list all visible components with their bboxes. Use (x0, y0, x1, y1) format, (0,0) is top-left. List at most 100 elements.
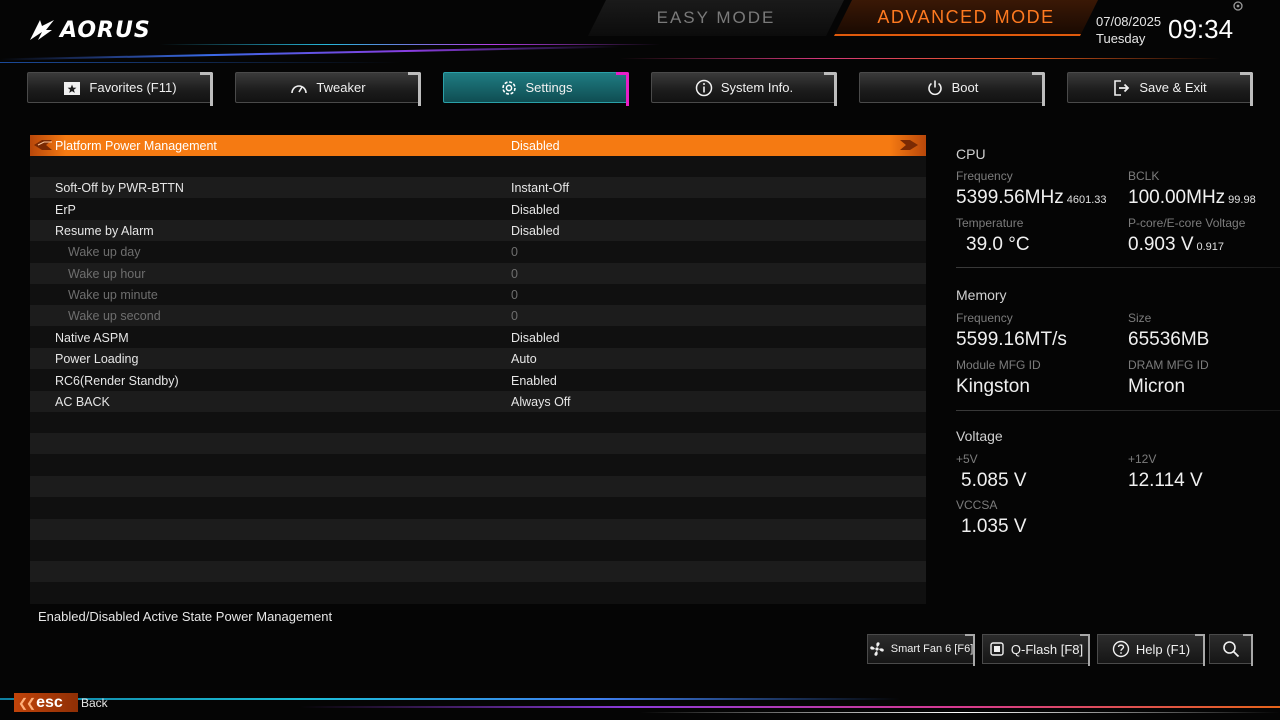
setting-value: Disabled (511, 138, 560, 153)
power-icon (926, 79, 944, 97)
setting-name: ErP (55, 202, 76, 217)
memory-size-value: 65536MB (1128, 329, 1210, 350)
footer-streak (640, 712, 1280, 713)
setting-row-wake-up-minute: Wake up minute 0 (30, 284, 926, 305)
exit-icon (1113, 79, 1131, 97)
speedometer-icon (290, 79, 308, 97)
help-description: Enabled/Disabled Active State Power Mana… (38, 609, 333, 624)
tab-label: Favorites (F11) (89, 80, 177, 95)
setting-value: Disabled (511, 330, 560, 345)
setting-row-wake-up-second: Wake up second 0 (30, 305, 926, 326)
cpu-temperature-value: 39.0 °C (966, 234, 1030, 255)
empty-row (30, 583, 926, 604)
setting-name: Native ASPM (55, 330, 129, 345)
header-streak (160, 44, 660, 45)
setting-value: 0 (511, 244, 518, 259)
v12-value: 12.114 V (1128, 470, 1203, 491)
search-button[interactable] (1209, 634, 1253, 666)
empty-row (30, 476, 926, 497)
bclk-sub: 99.98 (1228, 194, 1256, 206)
memory-frequency-label: Frequency (956, 311, 1013, 325)
core-voltage-value: 0.903 V 0.917 (1128, 234, 1224, 256)
footer-streak (0, 698, 900, 700)
aorus-logo: AORUS (28, 14, 151, 46)
tab-save-exit[interactable]: Save & Exit (1067, 72, 1253, 106)
setting-value: Disabled (511, 223, 560, 238)
setting-name: Wake up second (68, 308, 161, 323)
tab-label: System Info. (720, 80, 794, 95)
v12-label: +12V (1128, 452, 1157, 466)
fan-icon (869, 642, 884, 656)
smart-fan-label: Smart Fan 6 [F6] (890, 643, 974, 655)
info-icon (695, 79, 713, 97)
module-mfg-value: Kingston (956, 376, 1030, 397)
module-mfg-label: Module MFG ID (956, 358, 1041, 372)
empty-row (30, 540, 926, 561)
setting-row-soft-off[interactable]: Soft-Off by PWR-BTTN Instant-Off (30, 177, 926, 198)
bclk-main: 100.00MHz (1128, 187, 1226, 208)
footer-streak (300, 706, 1280, 708)
core-voltage-sub: 0.917 (1196, 241, 1225, 253)
tab-tweaker[interactable]: Tweaker (235, 72, 421, 106)
memory-frequency-value: 5599.16MT/s (956, 329, 1067, 350)
setting-row-wake-up-day: Wake up day 0 (30, 241, 926, 262)
date-text: 07/08/2025 (1096, 14, 1162, 29)
setting-value: 0 (511, 287, 518, 302)
qflash-button[interactable]: Q-Flash [F8] (982, 634, 1090, 666)
setting-name: Platform Power Management (55, 138, 217, 153)
gear-icon (500, 79, 518, 97)
star-folder-icon (63, 79, 81, 97)
vccsa-label: VCCSA (956, 498, 998, 512)
footer-decoration (0, 678, 1280, 720)
settings-list: Platform Power Management Disabled Soft-… (30, 135, 926, 604)
date-display: 07/08/2025 Tuesday (1096, 13, 1161, 47)
setting-row-erp[interactable]: ErP Disabled (30, 199, 926, 220)
setting-row-wake-up-hour: Wake up hour 0 (30, 263, 926, 284)
gear-icon[interactable] (1232, 0, 1244, 12)
setting-name: RC6(Render Standby) (55, 373, 179, 388)
setting-name: Soft-Off by PWR-BTTN (55, 180, 184, 195)
esc-back-button[interactable]: ❮❮ esc (14, 693, 78, 712)
setting-row-resume-by-alarm[interactable]: Resume by Alarm Disabled (30, 220, 926, 241)
setting-row-platform-power-management[interactable]: Platform Power Management Disabled (30, 135, 926, 156)
setting-name: AC BACK (55, 394, 110, 409)
header-streak (620, 58, 1220, 59)
easy-mode-tab[interactable]: EASY MODE (588, 0, 844, 36)
help-label: Help (F1) (1135, 641, 1191, 657)
setting-row-power-loading[interactable]: Power Loading Auto (30, 348, 926, 369)
tab-system-info[interactable]: System Info. (651, 72, 837, 106)
tab-label: Tweaker (316, 80, 366, 95)
setting-row-native-aspm[interactable]: Native ASPM Disabled (30, 327, 926, 348)
setting-row-rc6[interactable]: RC6(Render Standby) Enabled (30, 370, 926, 391)
section-divider (956, 410, 1280, 411)
setting-name: Power Loading (55, 351, 139, 366)
selection-arrow-icon (34, 140, 52, 150)
tab-favorites[interactable]: Favorites (F11) (27, 72, 213, 106)
clock-time: 09:34 (1168, 14, 1234, 44)
chip-icon (990, 642, 1004, 656)
empty-row (30, 433, 926, 454)
cpu-frequency-value: 5399.56MHz 4601.33 (956, 187, 1107, 209)
cpu-temperature-label: Temperature (956, 216, 1024, 230)
header-streak (0, 62, 400, 63)
double-chevron-left-icon: ❮❮ (18, 695, 36, 710)
smart-fan-button[interactable]: Smart Fan 6 [F6] (867, 634, 975, 666)
memory-size-label: Size (1128, 311, 1152, 325)
dram-mfg-value: Micron (1128, 376, 1186, 397)
aorus-eagle-icon (30, 20, 54, 40)
advanced-mode-tab[interactable]: ADVANCED MODE (834, 0, 1098, 36)
bclk-label: BCLK (1128, 169, 1160, 183)
setting-value: Enabled (511, 373, 557, 388)
tab-label: Save & Exit (1139, 80, 1207, 95)
setting-name: Wake up minute (68, 287, 158, 302)
setting-name: Resume by Alarm (55, 223, 154, 238)
cpu-section-title: CPU (956, 146, 986, 162)
tab-settings[interactable]: Settings (443, 72, 629, 106)
tab-boot[interactable]: Boot (859, 72, 1045, 106)
setting-row-ac-back[interactable]: AC BACK Always Off (30, 391, 926, 412)
tab-label: Settings (525, 80, 573, 95)
help-button[interactable]: Help (F1) (1097, 634, 1205, 666)
setting-name: Wake up day (68, 244, 141, 259)
advanced-mode-label: ADVANCED MODE (877, 6, 1055, 27)
bclk-value: 100.00MHz 99.98 (1128, 187, 1256, 209)
